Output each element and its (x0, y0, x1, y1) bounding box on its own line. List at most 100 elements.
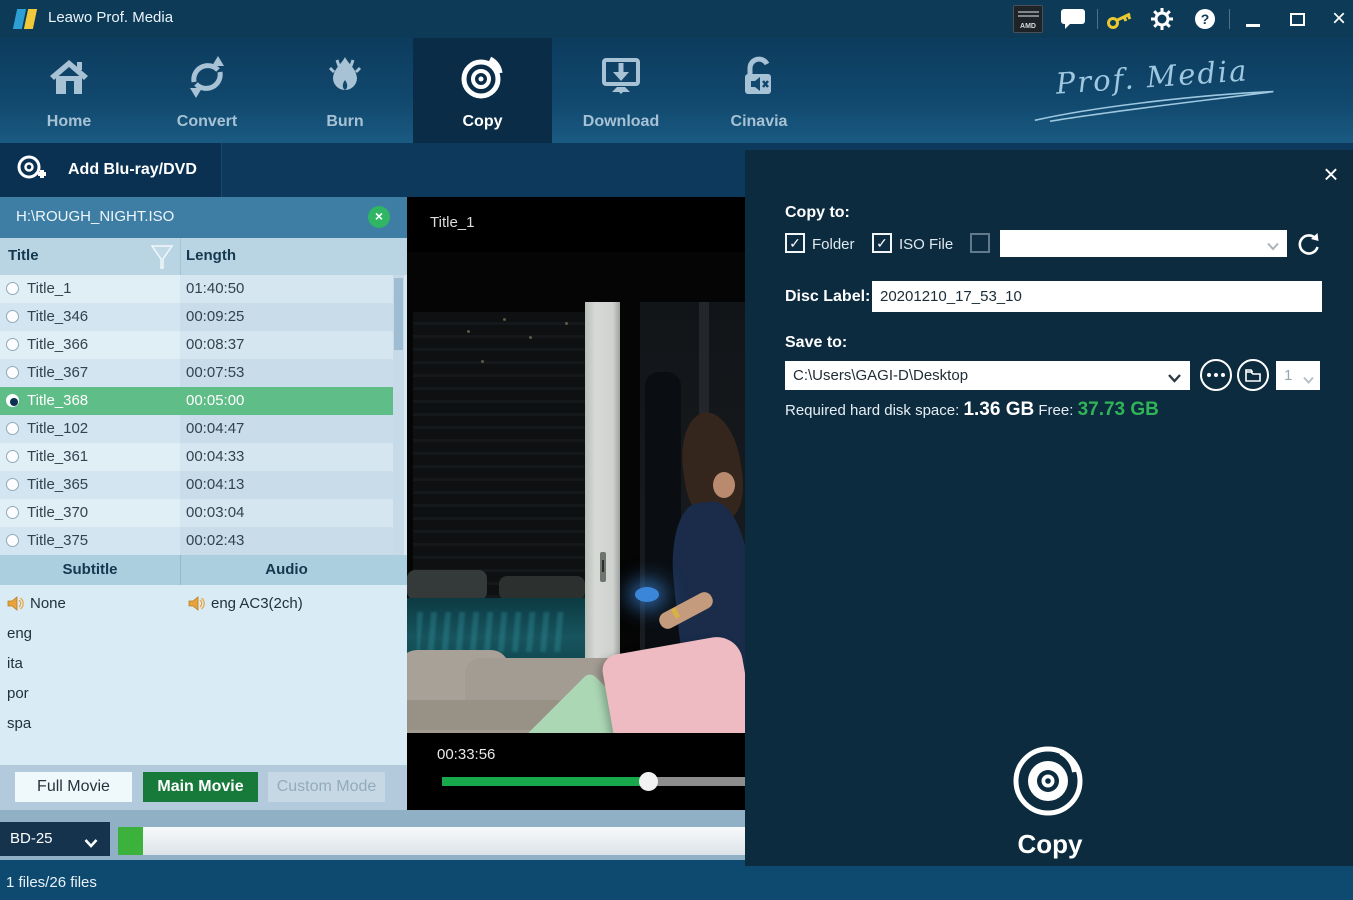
nav-tab-burn[interactable]: Burn (276, 38, 414, 143)
track-item[interactable]: spa (0, 709, 180, 739)
video-preview[interactable]: Title_1 (407, 197, 745, 810)
panel-close-icon[interactable]: × (1318, 162, 1344, 188)
filter-funnel-icon[interactable] (150, 244, 174, 275)
settings-gear-icon[interactable] (1150, 5, 1174, 33)
track-item[interactable]: ita (0, 649, 180, 679)
column-length[interactable]: Length (186, 247, 236, 264)
tracks-header: Subtitle Audio (0, 555, 407, 585)
title-list-scrollbar[interactable] (393, 275, 404, 555)
audio-header: Audio (180, 561, 393, 578)
disc-type-dropdown[interactable]: BD-25 (0, 822, 110, 856)
title-radio[interactable] (6, 422, 19, 435)
title-radio[interactable] (6, 534, 19, 547)
title-radio[interactable] (6, 478, 19, 491)
title-row[interactable]: Title_37000:03:04 (0, 499, 407, 527)
copy-start-button[interactable]: Copy (985, 740, 1115, 860)
cinavia-lock-icon (736, 54, 782, 105)
register-key-icon[interactable] (1106, 5, 1134, 33)
nav-tab-copy[interactable]: Copy (413, 38, 552, 143)
save-path-dropdown[interactable]: C:\Users\GAGI-D\Desktop (785, 361, 1190, 390)
custom-mode-button[interactable]: Custom Mode (268, 772, 385, 802)
burner-drive-dropdown[interactable] (1000, 230, 1287, 257)
title-radio[interactable] (6, 310, 19, 323)
iso-file-label[interactable]: ISO File (899, 236, 953, 253)
nav-tab-cinavia[interactable]: Cinavia (690, 38, 828, 143)
feedback-bubble-icon[interactable] (1061, 5, 1085, 33)
add-bluray-dvd-button[interactable]: Add Blu-ray/DVD (0, 143, 222, 197)
title-row[interactable]: Title_36500:04:13 (0, 471, 407, 499)
nav-tab-download[interactable]: Download (552, 38, 690, 143)
browse-more-button[interactable] (1200, 359, 1232, 391)
remove-source-icon[interactable]: × (368, 206, 390, 228)
track-item[interactable]: None (0, 589, 180, 619)
track-label: ita (7, 655, 23, 672)
refresh-drives-icon[interactable] (1296, 231, 1320, 255)
copies-count-dropdown[interactable]: 1 (1276, 361, 1320, 390)
audio-list: eng AC3(2ch) (180, 589, 393, 619)
title-radio[interactable] (6, 394, 19, 407)
download-icon (598, 54, 644, 105)
title-name: Title_361 (27, 448, 88, 465)
open-folder-button[interactable] (1237, 359, 1269, 391)
disc-target-checkbox[interactable] (970, 233, 990, 253)
track-item[interactable]: por (0, 679, 180, 709)
nav-tab-convert[interactable]: Convert (138, 38, 276, 143)
title-list: Title_101:40:50Title_34600:09:25Title_36… (0, 275, 407, 555)
disk-space-info: Required hard disk space: 1.36 GB Free: … (785, 399, 1159, 421)
title-name: Title_370 (27, 504, 88, 521)
leawo-prof-media-window: Leawo Prof. Media AMD ? × Home Convert (0, 0, 1353, 900)
help-icon[interactable]: ? (1194, 5, 1216, 33)
minimize-button[interactable] (1240, 5, 1266, 33)
free-value: 37.73 GB (1078, 399, 1159, 420)
title-row[interactable]: Title_36700:07:53 (0, 359, 407, 387)
preview-progress-fill (442, 777, 648, 786)
scrollbar-thumb[interactable] (394, 278, 403, 350)
amd-badge-icon[interactable]: AMD (1013, 5, 1043, 33)
title-row[interactable]: Title_34600:09:25 (0, 303, 407, 331)
title-radio[interactable] (6, 450, 19, 463)
preview-progress-thumb[interactable] (639, 772, 658, 791)
full-movie-button[interactable]: Full Movie (15, 772, 132, 802)
copy-disc-icon (460, 54, 506, 105)
title-radio[interactable] (6, 338, 19, 351)
iso-file-checkbox[interactable]: ✓ (872, 233, 892, 253)
convert-icon (184, 54, 230, 105)
title-radio[interactable] (6, 282, 19, 295)
track-item[interactable]: eng AC3(2ch) (180, 589, 393, 619)
folder-label[interactable]: Folder (812, 236, 855, 253)
title-row[interactable]: Title_101:40:50 (0, 275, 407, 303)
titlebar-divider (1229, 9, 1230, 29)
free-label: Free: (1038, 402, 1073, 419)
brand-signature: Prof. Media (1021, 51, 1285, 130)
title-row[interactable]: Title_361 00:04:33 (0, 443, 407, 471)
source-tab[interactable]: H:\ROUGH_NIGHT.ISO × (0, 197, 407, 238)
title-row[interactable]: Title_10200:04:47 (0, 415, 407, 443)
status-bar: 1 files/26 files (0, 860, 1353, 900)
maximize-button[interactable] (1284, 5, 1310, 33)
disc-label-input[interactable] (872, 281, 1322, 312)
title-row[interactable]: Title_36800:05:00 (0, 387, 407, 415)
add-disc-icon (16, 153, 46, 188)
save-path-value: C:\Users\GAGI-D\Desktop (793, 367, 968, 384)
source-path: H:\ROUGH_NIGHT.ISO (16, 208, 174, 225)
title-radio[interactable] (6, 506, 19, 519)
title-row[interactable]: Title_36600:08:37 (0, 331, 407, 359)
close-button[interactable]: × (1326, 5, 1352, 33)
main-movie-button[interactable]: Main Movie (143, 772, 258, 802)
title-length: 00:08:37 (186, 336, 244, 353)
column-title[interactable]: Title (8, 247, 39, 264)
preview-progress-track[interactable] (442, 777, 745, 786)
title-length: 00:04:13 (186, 476, 244, 493)
chevron-down-icon (1168, 370, 1181, 388)
track-label: por (7, 685, 29, 702)
title-name: Title_375 (27, 532, 88, 549)
title-length: 00:04:47 (186, 420, 244, 437)
nav-tab-home[interactable]: Home (0, 38, 138, 143)
titlebar: Leawo Prof. Media AMD ? × (0, 0, 1353, 38)
title-length: 00:04:33 (186, 448, 244, 465)
folder-checkbox[interactable]: ✓ (785, 233, 805, 253)
track-item[interactable]: eng (0, 619, 180, 649)
burn-icon (322, 54, 368, 105)
title-radio[interactable] (6, 366, 19, 379)
title-row[interactable]: Title_37500:02:43 (0, 527, 407, 555)
